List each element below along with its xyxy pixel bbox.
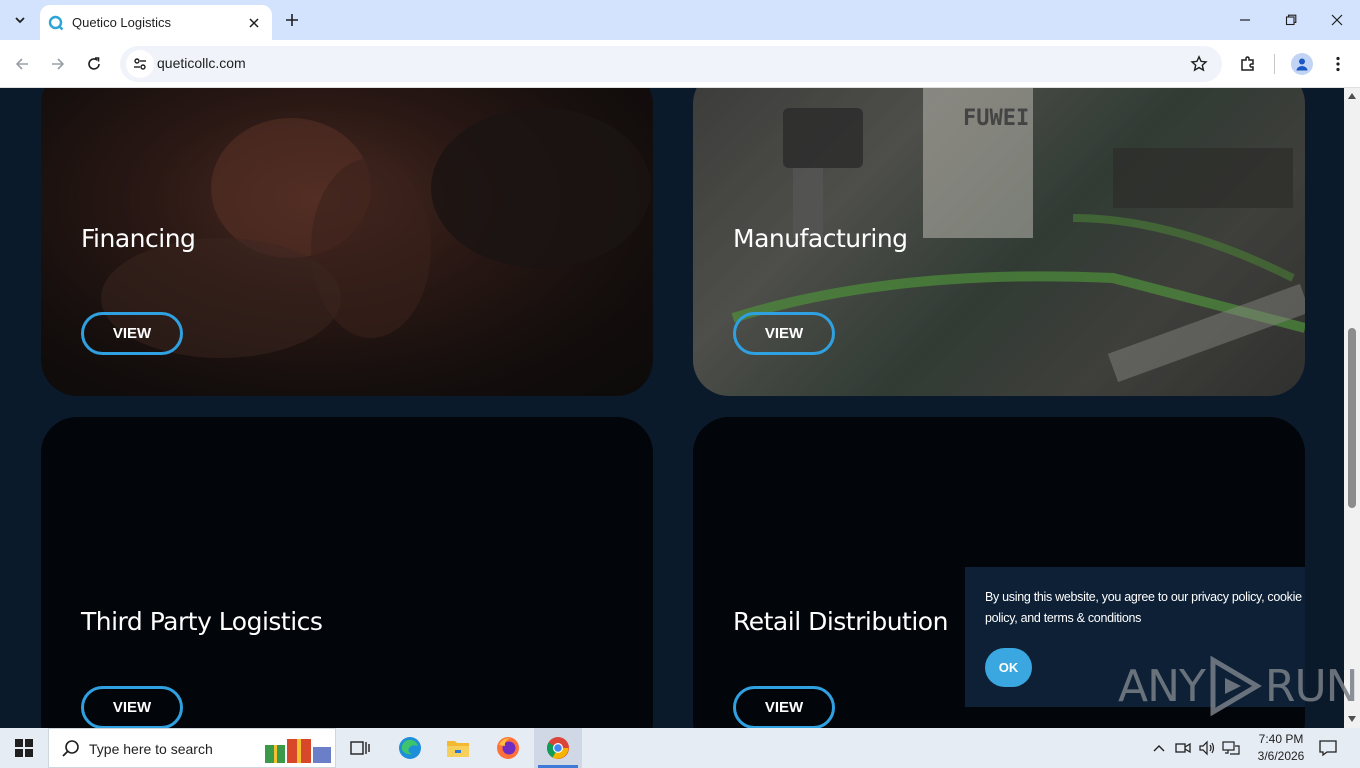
chevron-up-icon (1153, 745, 1165, 752)
clock-time: 7:40 PM (1258, 732, 1304, 746)
profile-button[interactable] (1288, 50, 1316, 78)
edge-taskbar-button[interactable] (386, 728, 434, 768)
card-manufacturing: FUWEI Manufacturing VIEW (693, 88, 1305, 396)
card-financing: Financing VIEW (41, 88, 653, 396)
firefox-taskbar-button[interactable] (484, 728, 532, 768)
site-info-button[interactable] (126, 50, 154, 78)
firefox-icon (497, 737, 519, 759)
toolbar-divider (1274, 54, 1275, 74)
restore-button[interactable] (1268, 0, 1314, 40)
cookie-ok-button[interactable]: OK (985, 648, 1032, 687)
financing-view-button[interactable]: VIEW (81, 312, 183, 355)
meet-now-button[interactable] (1173, 738, 1193, 758)
search-placeholder: Type here to search (89, 741, 213, 757)
reload-icon (88, 57, 100, 70)
minimize-icon (1240, 19, 1250, 21)
third-party-logistics-view-button[interactable]: VIEW (81, 686, 183, 728)
chrome-icon (547, 737, 569, 759)
card-title: Manufacturing (733, 224, 908, 253)
forward-button[interactable] (44, 50, 72, 78)
close-icon (249, 17, 259, 28)
menu-button[interactable] (1324, 50, 1352, 78)
notification-icon (1319, 740, 1337, 757)
star-icon (1190, 55, 1208, 72)
card-title: Retail Distribution (733, 607, 948, 636)
reload-button[interactable] (80, 50, 108, 78)
tab-close-button[interactable] (242, 11, 266, 35)
speaker-icon (1199, 740, 1215, 756)
start-button[interactable] (0, 728, 48, 768)
page-scrollbar[interactable] (1344, 88, 1360, 728)
volume-button[interactable] (1197, 738, 1217, 758)
extensions-button[interactable] (1234, 50, 1262, 78)
notifications-button[interactable] (1318, 738, 1338, 758)
address-bar[interactable]: queticollc.com (120, 46, 1222, 82)
scroll-up-arrow[interactable] (1347, 91, 1357, 101)
url-text[interactable]: queticollc.com (157, 55, 246, 71)
card-third-party-logistics: Third Party Logistics VIEW (41, 417, 653, 728)
network-icon (1222, 741, 1240, 755)
anyrun-watermark: ANY RUN (1118, 656, 1359, 716)
task-view-icon (350, 741, 370, 755)
restore-icon (1285, 14, 1297, 26)
tab-active[interactable]: Quetico Logistics (40, 5, 272, 40)
cookie-message: By using this website, you agree to our … (985, 590, 1302, 625)
tray-overflow-button[interactable] (1149, 738, 1169, 758)
arrow-right-icon (52, 58, 65, 70)
site-favicon-icon (48, 15, 64, 31)
back-button[interactable] (8, 50, 36, 78)
person-icon (1296, 58, 1308, 71)
caret-down-icon (1348, 716, 1356, 722)
windows-logo-icon (15, 739, 33, 757)
close-icon (1331, 14, 1343, 26)
chevron-down-icon (15, 17, 25, 24)
manufacturing-view-button[interactable]: VIEW (733, 312, 835, 355)
gift-icon (265, 739, 331, 763)
card-title: Third Party Logistics (81, 607, 323, 636)
network-button[interactable] (1221, 738, 1241, 758)
plus-icon (286, 14, 298, 26)
taskbar-clock[interactable]: 7:40 PM 3/6/2026 (1246, 731, 1316, 765)
bookmark-button[interactable] (1188, 53, 1210, 75)
avatar (1291, 53, 1313, 75)
taskbar-search-box[interactable]: Type here to search (48, 728, 336, 768)
file-explorer-taskbar-button[interactable] (434, 728, 482, 768)
arrow-left-icon (15, 58, 28, 70)
search-icon (62, 740, 79, 757)
retail-distribution-view-button[interactable]: VIEW (733, 686, 835, 728)
more-vertical-icon (1336, 56, 1340, 72)
taskbar: Type here to search 7:40 PM 3/6/2026 (0, 728, 1360, 768)
folder-icon (447, 741, 469, 757)
puzzle-icon (1241, 56, 1254, 71)
window-close-button[interactable] (1314, 0, 1360, 40)
tab-strip: Quetico Logistics (0, 0, 1360, 40)
caret-up-icon (1348, 93, 1356, 99)
task-view-button[interactable] (336, 728, 384, 768)
tab-search-button[interactable] (8, 8, 32, 32)
watermark-text-left: ANY (1118, 660, 1206, 712)
browser-toolbar: queticollc.com (0, 40, 1360, 88)
watermark-text-right: RUN (1264, 660, 1359, 712)
play-logo-icon (1210, 656, 1262, 716)
tune-icon (134, 58, 146, 70)
camera-icon (1175, 742, 1191, 754)
machine-brand-label: FUWEI (963, 106, 1030, 131)
chrome-taskbar-button[interactable] (534, 728, 582, 768)
scroll-thumb[interactable] (1348, 328, 1356, 508)
card-title: Financing (81, 224, 196, 253)
new-tab-button[interactable] (280, 8, 304, 32)
minimize-button[interactable] (1222, 0, 1268, 40)
tab-title: Quetico Logistics (72, 15, 171, 30)
clock-date: 3/6/2026 (1257, 749, 1305, 763)
edge-icon (399, 737, 421, 759)
